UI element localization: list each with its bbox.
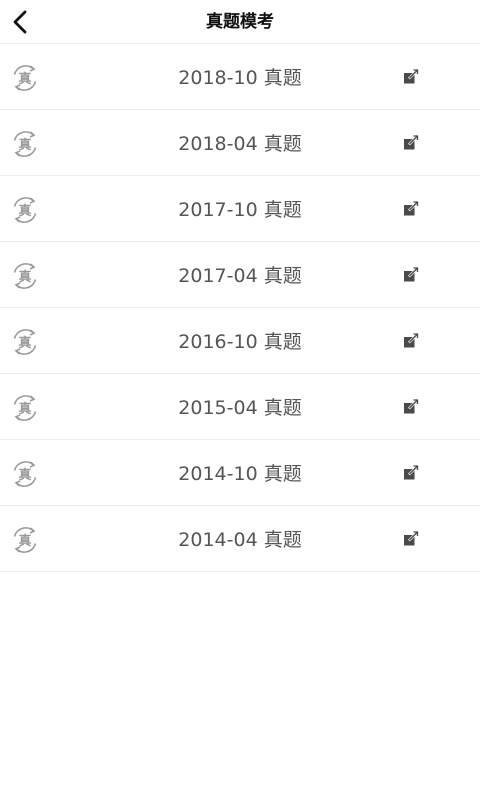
list-item[interactable]: 真 2015-04 真题 [0, 374, 480, 440]
external-open-icon[interactable] [402, 398, 420, 416]
real-exam-badge-icon: 真 [13, 527, 37, 553]
external-open-icon[interactable] [402, 530, 420, 548]
back-button[interactable] [4, 6, 36, 38]
header-bar: 真题模考 [0, 0, 480, 44]
real-exam-badge-icon: 真 [13, 197, 37, 223]
badge-glyph: 真 [18, 533, 31, 549]
badge-glyph: 真 [18, 203, 31, 219]
external-open-icon[interactable] [402, 134, 420, 152]
list-item[interactable]: 真 2014-10 真题 [0, 440, 480, 506]
list-item[interactable]: 真 2017-04 真题 [0, 242, 480, 308]
badge-glyph: 真 [18, 71, 31, 87]
list-item[interactable]: 真 2018-04 真题 [0, 110, 480, 176]
external-open-icon[interactable] [402, 200, 420, 218]
badge-glyph: 真 [18, 401, 31, 417]
exam-list: 真 2018-10 真题真 2018-04 真题真 2017-10 真题真 2017-0… [0, 44, 480, 572]
list-item[interactable]: 真 2016-10 真题 [0, 308, 480, 374]
page-title: 真题模考 [206, 12, 274, 32]
external-open-icon[interactable] [402, 332, 420, 350]
external-open-icon[interactable] [402, 68, 420, 86]
external-open-icon[interactable] [402, 266, 420, 284]
badge-glyph: 真 [18, 335, 31, 351]
real-exam-badge-icon: 真 [13, 131, 37, 157]
badge-glyph: 真 [18, 137, 31, 153]
real-exam-badge-icon: 真 [13, 263, 37, 289]
badge-glyph: 真 [18, 269, 31, 285]
external-open-icon[interactable] [402, 464, 420, 482]
list-item[interactable]: 真 2018-10 真题 [0, 44, 480, 110]
real-exam-badge-icon: 真 [13, 395, 37, 421]
chevron-left-icon [13, 10, 27, 34]
real-exam-badge-icon: 真 [13, 65, 37, 91]
real-exam-badge-icon: 真 [13, 461, 37, 487]
list-item[interactable]: 真 2014-04 真题 [0, 506, 480, 572]
badge-glyph: 真 [18, 467, 31, 483]
real-exam-badge-icon: 真 [13, 329, 37, 355]
list-item[interactable]: 真 2017-10 真题 [0, 176, 480, 242]
